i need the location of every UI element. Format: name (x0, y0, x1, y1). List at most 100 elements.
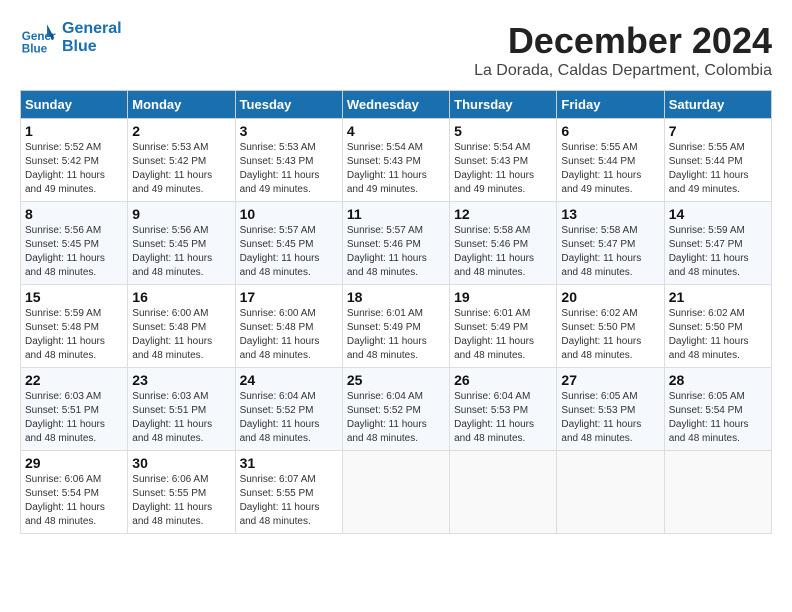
daylight: Daylight: 11 hours and 49 minutes. (132, 169, 230, 197)
day-info: Sunrise: 5:57 AM Sunset: 5:45 PM Dayligh… (240, 224, 338, 280)
calendar-cell (450, 451, 557, 534)
day-info: Sunrise: 5:59 AM Sunset: 5:47 PM Dayligh… (669, 224, 767, 280)
weekday-header-row: SundayMondayTuesdayWednesdayThursdayFrid… (21, 91, 772, 119)
day-number: 21 (669, 289, 767, 305)
sunrise: Sunrise: 6:04 AM (240, 390, 338, 404)
day-info: Sunrise: 6:02 AM Sunset: 5:50 PM Dayligh… (669, 307, 767, 363)
daylight: Daylight: 11 hours and 49 minutes. (669, 169, 767, 197)
day-info: Sunrise: 5:57 AM Sunset: 5:46 PM Dayligh… (347, 224, 445, 280)
calendar-cell: 27 Sunrise: 6:05 AM Sunset: 5:53 PM Dayl… (557, 368, 664, 451)
day-info: Sunrise: 6:06 AM Sunset: 5:55 PM Dayligh… (132, 473, 230, 529)
day-number: 23 (132, 372, 230, 388)
sunset: Sunset: 5:47 PM (561, 238, 659, 252)
calendar-cell: 21 Sunrise: 6:02 AM Sunset: 5:50 PM Dayl… (664, 285, 771, 368)
sunrise: Sunrise: 5:53 AM (132, 141, 230, 155)
calendar-cell: 5 Sunrise: 5:54 AM Sunset: 5:43 PM Dayli… (450, 119, 557, 202)
calendar-cell: 14 Sunrise: 5:59 AM Sunset: 5:47 PM Dayl… (664, 202, 771, 285)
sunrise: Sunrise: 5:56 AM (25, 224, 123, 238)
sunset: Sunset: 5:45 PM (25, 238, 123, 252)
sunset: Sunset: 5:50 PM (561, 321, 659, 335)
calendar-cell: 25 Sunrise: 6:04 AM Sunset: 5:52 PM Dayl… (342, 368, 449, 451)
sunset: Sunset: 5:51 PM (132, 404, 230, 418)
calendar-cell (557, 451, 664, 534)
daylight: Daylight: 11 hours and 48 minutes. (454, 335, 552, 363)
sunset: Sunset: 5:52 PM (240, 404, 338, 418)
logo-blue: Blue (62, 38, 122, 56)
day-number: 19 (454, 289, 552, 305)
day-number: 12 (454, 206, 552, 222)
daylight: Daylight: 11 hours and 48 minutes. (132, 501, 230, 529)
calendar-cell: 11 Sunrise: 5:57 AM Sunset: 5:46 PM Dayl… (342, 202, 449, 285)
sunset: Sunset: 5:54 PM (25, 487, 123, 501)
page-header: General Blue General Blue December 2024 … (20, 20, 772, 80)
daylight: Daylight: 11 hours and 48 minutes. (347, 418, 445, 446)
sunset: Sunset: 5:43 PM (454, 155, 552, 169)
day-number: 27 (561, 372, 659, 388)
day-number: 18 (347, 289, 445, 305)
sunset: Sunset: 5:43 PM (347, 155, 445, 169)
sunrise: Sunrise: 5:53 AM (240, 141, 338, 155)
calendar-cell: 20 Sunrise: 6:02 AM Sunset: 5:50 PM Dayl… (557, 285, 664, 368)
day-number: 7 (669, 123, 767, 139)
calendar-cell: 24 Sunrise: 6:04 AM Sunset: 5:52 PM Dayl… (235, 368, 342, 451)
day-info: Sunrise: 5:53 AM Sunset: 5:43 PM Dayligh… (240, 141, 338, 197)
day-number: 20 (561, 289, 659, 305)
day-number: 3 (240, 123, 338, 139)
daylight: Daylight: 11 hours and 49 minutes. (240, 169, 338, 197)
week-row-2: 8 Sunrise: 5:56 AM Sunset: 5:45 PM Dayli… (21, 202, 772, 285)
calendar-cell: 7 Sunrise: 5:55 AM Sunset: 5:44 PM Dayli… (664, 119, 771, 202)
calendar-cell (664, 451, 771, 534)
sunrise: Sunrise: 5:56 AM (132, 224, 230, 238)
sunset: Sunset: 5:43 PM (240, 155, 338, 169)
sunrise: Sunrise: 5:54 AM (347, 141, 445, 155)
calendar-cell: 31 Sunrise: 6:07 AM Sunset: 5:55 PM Dayl… (235, 451, 342, 534)
calendar-cell: 13 Sunrise: 5:58 AM Sunset: 5:47 PM Dayl… (557, 202, 664, 285)
sunrise: Sunrise: 5:59 AM (25, 307, 123, 321)
daylight: Daylight: 11 hours and 48 minutes. (347, 252, 445, 280)
day-number: 29 (25, 455, 123, 471)
month-title: December 2024 (474, 20, 772, 62)
sunrise: Sunrise: 5:58 AM (561, 224, 659, 238)
sunset: Sunset: 5:52 PM (347, 404, 445, 418)
sunset: Sunset: 5:47 PM (669, 238, 767, 252)
daylight: Daylight: 11 hours and 49 minutes. (347, 169, 445, 197)
daylight: Daylight: 11 hours and 48 minutes. (240, 501, 338, 529)
calendar-cell: 2 Sunrise: 5:53 AM Sunset: 5:42 PM Dayli… (128, 119, 235, 202)
day-info: Sunrise: 6:00 AM Sunset: 5:48 PM Dayligh… (132, 307, 230, 363)
calendar-cell: 9 Sunrise: 5:56 AM Sunset: 5:45 PM Dayli… (128, 202, 235, 285)
day-info: Sunrise: 5:54 AM Sunset: 5:43 PM Dayligh… (454, 141, 552, 197)
weekday-header-monday: Monday (128, 91, 235, 119)
sunrise: Sunrise: 5:58 AM (454, 224, 552, 238)
sunset: Sunset: 5:50 PM (669, 321, 767, 335)
sunrise: Sunrise: 6:03 AM (25, 390, 123, 404)
day-info: Sunrise: 6:03 AM Sunset: 5:51 PM Dayligh… (25, 390, 123, 446)
day-info: Sunrise: 5:52 AM Sunset: 5:42 PM Dayligh… (25, 141, 123, 197)
sunrise: Sunrise: 6:06 AM (132, 473, 230, 487)
calendar-cell (342, 451, 449, 534)
calendar-cell: 29 Sunrise: 6:06 AM Sunset: 5:54 PM Dayl… (21, 451, 128, 534)
daylight: Daylight: 11 hours and 48 minutes. (132, 335, 230, 363)
sunrise: Sunrise: 5:55 AM (669, 141, 767, 155)
calendar-cell: 26 Sunrise: 6:04 AM Sunset: 5:53 PM Dayl… (450, 368, 557, 451)
calendar-cell: 8 Sunrise: 5:56 AM Sunset: 5:45 PM Dayli… (21, 202, 128, 285)
day-number: 25 (347, 372, 445, 388)
sunrise: Sunrise: 5:52 AM (25, 141, 123, 155)
sunrise: Sunrise: 6:04 AM (347, 390, 445, 404)
sunrise: Sunrise: 6:03 AM (132, 390, 230, 404)
day-number: 14 (669, 206, 767, 222)
day-number: 11 (347, 206, 445, 222)
calendar-cell: 16 Sunrise: 6:00 AM Sunset: 5:48 PM Dayl… (128, 285, 235, 368)
sunset: Sunset: 5:55 PM (240, 487, 338, 501)
day-info: Sunrise: 5:55 AM Sunset: 5:44 PM Dayligh… (669, 141, 767, 197)
sunset: Sunset: 5:53 PM (561, 404, 659, 418)
daylight: Daylight: 11 hours and 48 minutes. (25, 335, 123, 363)
calendar-cell: 22 Sunrise: 6:03 AM Sunset: 5:51 PM Dayl… (21, 368, 128, 451)
title-area: December 2024 La Dorada, Caldas Departme… (474, 20, 772, 80)
sunrise: Sunrise: 5:55 AM (561, 141, 659, 155)
day-info: Sunrise: 6:05 AM Sunset: 5:54 PM Dayligh… (669, 390, 767, 446)
daylight: Daylight: 11 hours and 48 minutes. (25, 418, 123, 446)
daylight: Daylight: 11 hours and 48 minutes. (132, 252, 230, 280)
day-info: Sunrise: 5:54 AM Sunset: 5:43 PM Dayligh… (347, 141, 445, 197)
week-row-4: 22 Sunrise: 6:03 AM Sunset: 5:51 PM Dayl… (21, 368, 772, 451)
day-number: 30 (132, 455, 230, 471)
